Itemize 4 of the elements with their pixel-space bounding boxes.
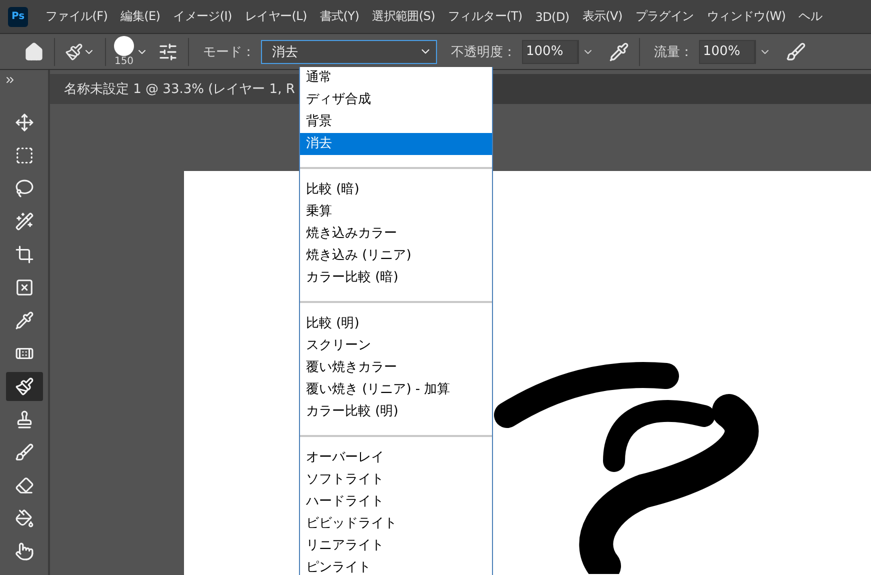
opacity-label: 不透明度： <box>451 44 516 60</box>
mode-label: モード： <box>203 44 255 60</box>
app-logo: Ps <box>8 6 28 26</box>
flow-label: 流量： <box>654 44 693 60</box>
